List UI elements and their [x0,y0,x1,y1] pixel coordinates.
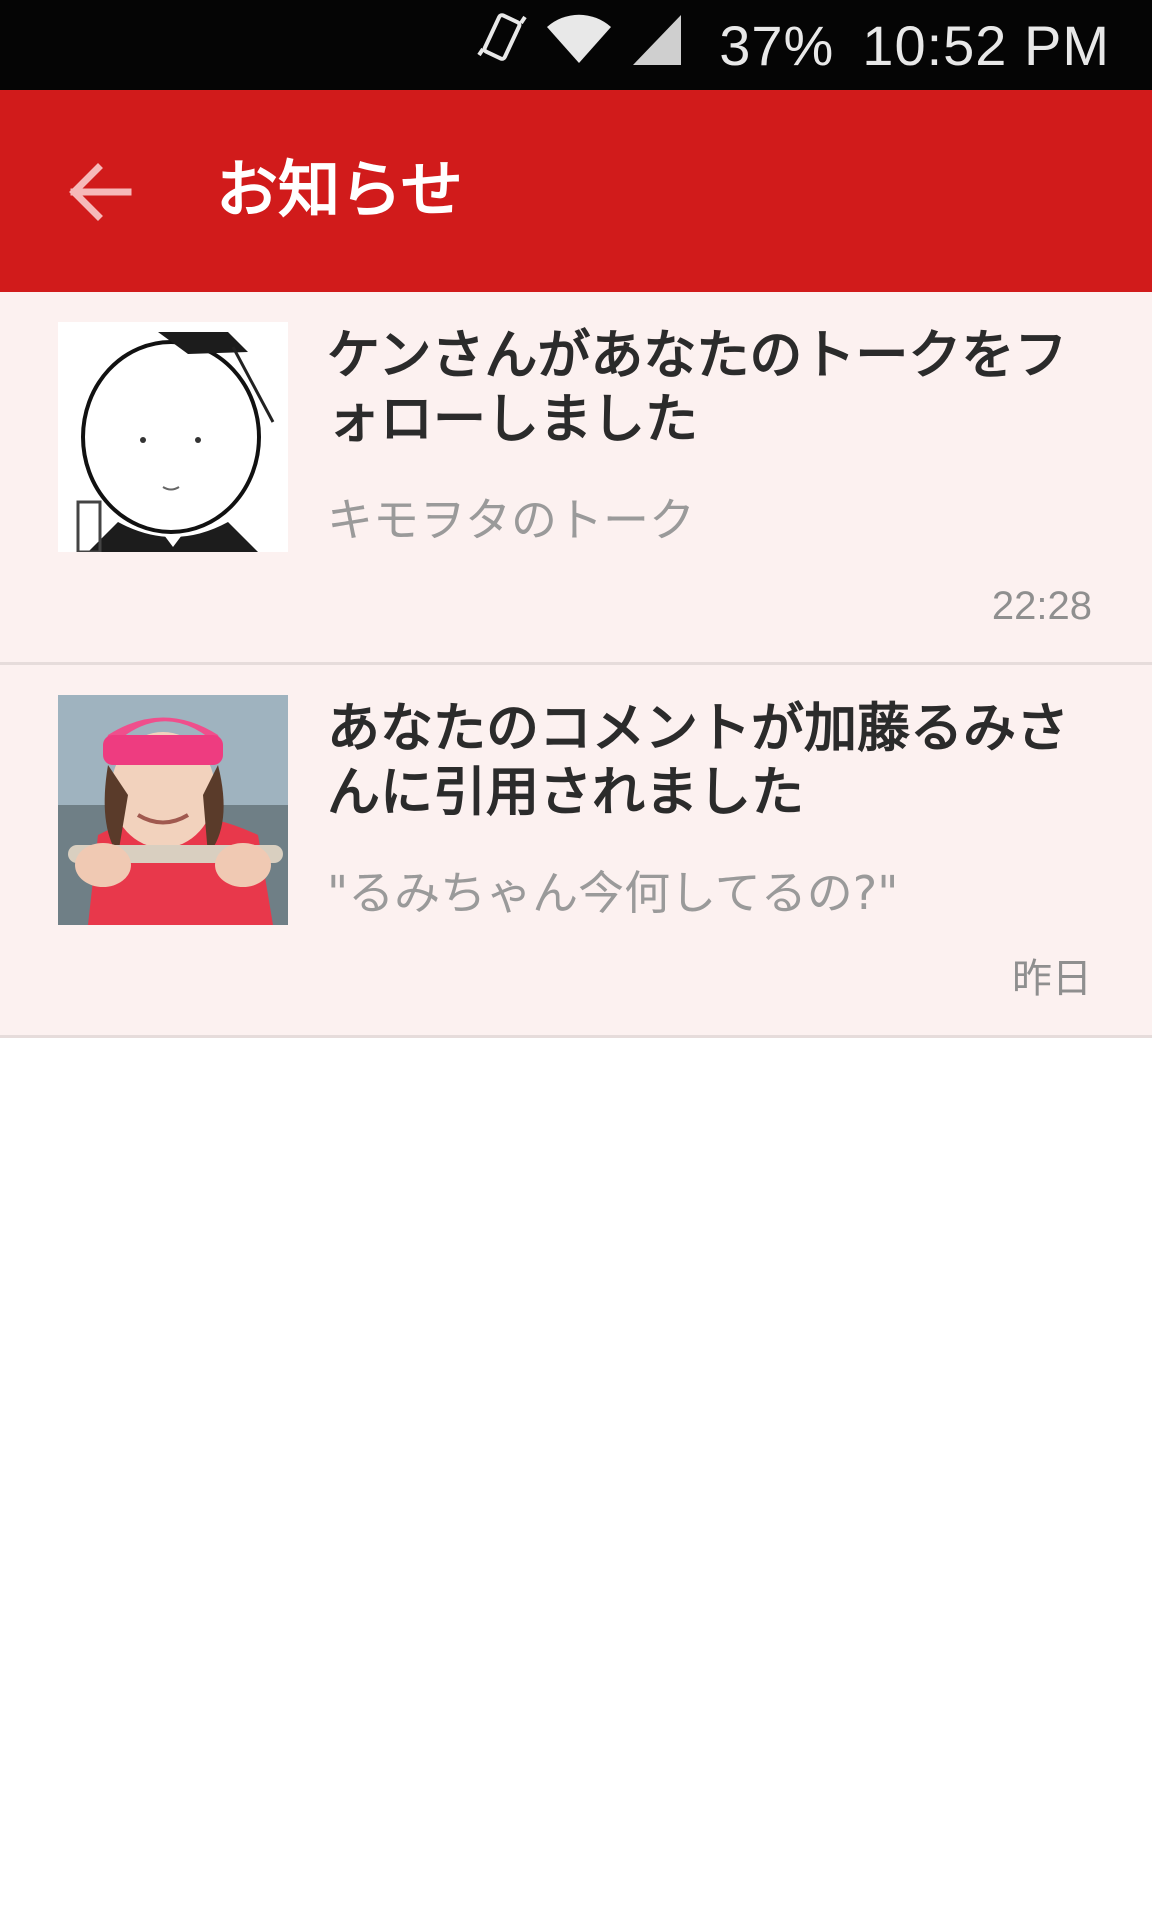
clock: 10:52 PM [862,13,1110,77]
notification-subtitle: キモヲタのトーク [327,493,695,547]
signal-icon [629,11,685,80]
arrow-left-icon[interactable] [68,162,132,222]
battery-percentage: 37% [719,13,835,77]
notification-item[interactable]: ケンさんがあなたのトークをフォローしました キモヲタのトーク 22:28 [0,292,1152,665]
status-bar: 37% 10:52 PM [0,0,1152,90]
vibrate-icon [477,9,529,82]
page-title: お知らせ [216,153,463,226]
wifi-icon [547,11,612,80]
notification-title: あなたのコメントが加藤るみさんに引用されました [327,698,1069,823]
notification-time: 昨日 [1012,957,1092,1001]
notification-list: ケンさんがあなたのトークをフォローしました キモヲタのトーク 22:28 あなた… [0,292,1152,1038]
notification-item[interactable]: あなたのコメントが加藤るみさんに引用されました "るみちゃん今何してるの?" 昨… [0,665,1152,1038]
bald-character-avatar [58,322,288,552]
notification-time: 22:28 [991,584,1092,628]
notification-title: ケンさんがあなたのトークをフォローしました [327,325,1068,450]
app-bar: お知らせ [0,90,1152,292]
woman-holding-fish-avatar [58,695,288,925]
notification-subtitle: "るみちゃん今何してるの?" [327,866,899,920]
